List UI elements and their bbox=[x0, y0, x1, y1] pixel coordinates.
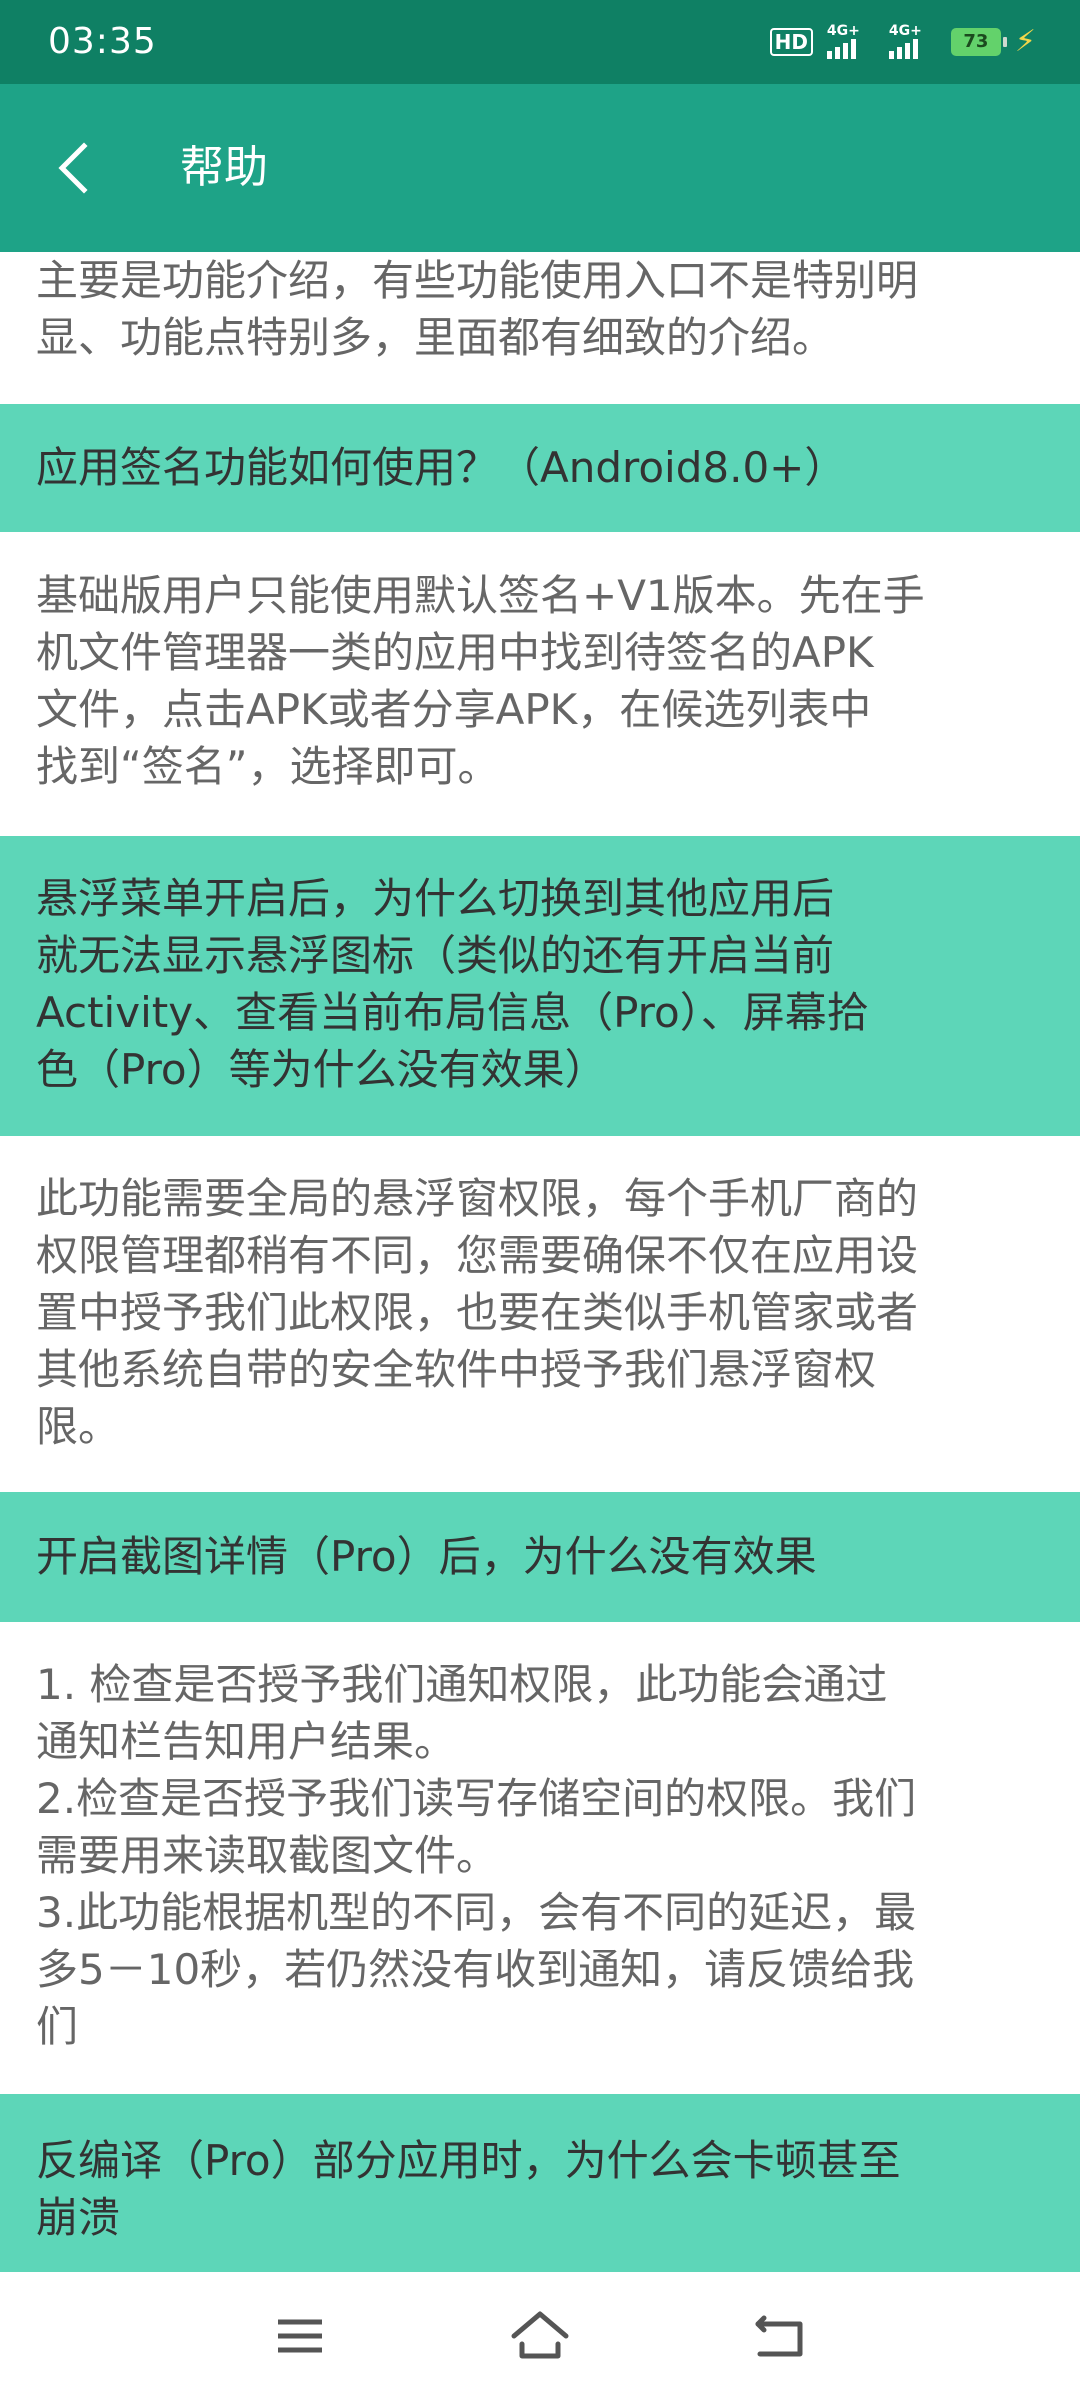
hd-voice-icon: HD bbox=[769, 28, 813, 56]
help-answer: 基础版用户只能使用默认签名+V1版本。先在手 机文件管理器一类的应用中找到待签名… bbox=[0, 532, 1080, 836]
home-button[interactable] bbox=[504, 2300, 576, 2372]
charging-icon: ⚡ bbox=[1014, 24, 1036, 59]
signal-icon: 4G+ bbox=[888, 23, 937, 59]
help-question[interactable]: 反编译（Pro）部分应用时，为什么会卡顿甚至 崩溃 bbox=[0, 2094, 1080, 2284]
menu-icon bbox=[278, 2319, 322, 2353]
app-bar: 帮助 bbox=[0, 84, 1080, 252]
network-type-label: 4G+ bbox=[826, 23, 860, 39]
recent-apps-button[interactable] bbox=[264, 2300, 336, 2372]
help-answer: 此功能需要全局的悬浮窗权限，每个手机厂商的 权限管理都稍有不同，您需要确保不仅在… bbox=[0, 1136, 1080, 1492]
status-time: 03:35 bbox=[48, 21, 157, 62]
help-answer: 1. 检查是否授予我们通知权限，此功能会通过 通知栏告知用户结果。 2.检查是否… bbox=[0, 1622, 1080, 2094]
status-bar: 03:35 HD 4G+ 4G+ 73 ⚡ bbox=[0, 0, 1080, 84]
home-icon bbox=[511, 2311, 569, 2359]
help-question[interactable]: 悬浮菜单开启后，为什么切换到其他应用后 就无法显示悬浮图标（类似的还有开启当前 … bbox=[0, 836, 1080, 1136]
battery-icon: 73 bbox=[950, 28, 1007, 56]
navigation-bar bbox=[0, 2272, 1080, 2400]
system-back-button[interactable] bbox=[744, 2300, 816, 2372]
status-icons: HD 4G+ 4G+ 73 ⚡ bbox=[769, 22, 1036, 62]
help-question[interactable]: 应用签名功能如何使用？（Android8.0+） bbox=[0, 404, 1080, 532]
back-icon bbox=[755, 2315, 803, 2357]
signal-icon: 4G+ bbox=[826, 23, 875, 59]
page-title: 帮助 bbox=[180, 142, 268, 193]
help-list[interactable]: 主要是功能介绍，有些功能使用入口不是特别明 显、功能点特别多，里面都有细致的介绍… bbox=[0, 252, 1080, 2284]
help-answer: 主要是功能介绍，有些功能使用入口不是特别明 显、功能点特别多，里面都有细致的介绍… bbox=[0, 252, 1080, 404]
back-button[interactable] bbox=[40, 130, 116, 206]
network-type-label: 4G+ bbox=[888, 23, 922, 39]
chevron-left-icon bbox=[58, 142, 88, 194]
help-question[interactable]: 开启截图详情（Pro）后，为什么没有效果 bbox=[0, 1492, 1080, 1622]
